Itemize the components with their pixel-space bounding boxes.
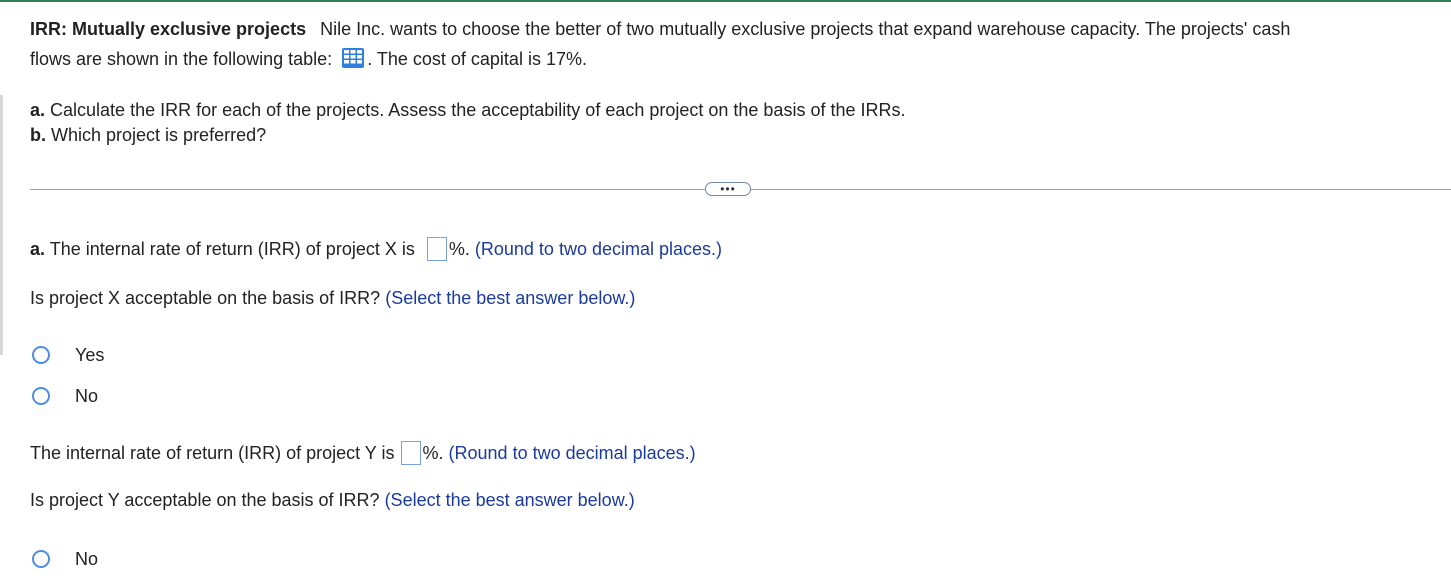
part-a-label: a. <box>30 100 46 120</box>
option-label: Yes <box>75 345 105 365</box>
project-x-irr-row: a. The internal rate of return (IRR) of … <box>30 237 722 261</box>
project-x-select-hint: (Select the best answer below.) <box>385 288 636 308</box>
radio-button[interactable] <box>32 346 50 364</box>
question-text: IRR: Mutually exclusive projects Nile Inc… <box>30 14 1430 74</box>
project-y-select-hint: (Select the best answer below.) <box>384 490 635 510</box>
project-y-option-no[interactable]: No <box>32 548 98 570</box>
top-accent-bar <box>0 0 1451 2</box>
project-x-irr-label: The internal rate of return (IRR) of pro… <box>49 239 415 259</box>
project-x-accept-question: Is project X acceptable on the basis of … <box>30 286 635 310</box>
option-label: No <box>75 386 99 406</box>
project-x-irr-input[interactable] <box>426 237 447 261</box>
part-b: b. Which project is preferred? <box>30 123 905 148</box>
project-y-percent-suffix: %. <box>422 443 444 463</box>
more-options-button[interactable]: ••• <box>705 182 751 196</box>
left-scroll-edge <box>0 95 3 355</box>
project-x-option-yes[interactable]: Yes <box>32 344 104 366</box>
answer-part-a-label: a. <box>30 239 46 259</box>
project-y-accept-question: Is project Y acceptable on the basis of … <box>30 488 635 512</box>
question-line1: Nile Inc. wants to choose the better of … <box>320 19 1291 39</box>
option-label: No <box>75 549 99 569</box>
part-b-label: b. <box>30 125 46 145</box>
part-a: a. Calculate the IRR for each of the pro… <box>30 98 905 123</box>
radio-button[interactable] <box>32 550 50 568</box>
question-line2: flows are shown in the following table: <box>30 49 333 69</box>
table-grid-icon[interactable] <box>341 47 365 69</box>
project-y-accept-label: Is project Y acceptable on the basis of … <box>30 490 380 510</box>
project-y-irr-input[interactable] <box>400 441 421 465</box>
radio-button[interactable] <box>32 387 50 405</box>
project-x-option-no[interactable]: No <box>32 385 98 407</box>
project-y-round-hint: (Round to two decimal places.) <box>448 443 696 463</box>
project-x-percent-suffix: %. <box>448 239 470 259</box>
part-b-text: Which project is preferred? <box>51 125 267 145</box>
project-y-irr-label: The internal rate of return (IRR) of pro… <box>30 443 395 463</box>
question-title: IRR: Mutually exclusive projects <box>30 19 307 39</box>
project-y-irr-row: The internal rate of return (IRR) of pro… <box>30 441 696 465</box>
project-x-accept-label: Is project X acceptable on the basis of … <box>30 288 381 308</box>
question-line2-end: . The cost of capital is 17%. <box>367 49 587 69</box>
question-parts: a. Calculate the IRR for each of the pro… <box>30 98 905 148</box>
project-x-round-hint: (Round to two decimal places.) <box>474 239 723 259</box>
part-a-text: Calculate the IRR for each of the projec… <box>50 100 906 120</box>
